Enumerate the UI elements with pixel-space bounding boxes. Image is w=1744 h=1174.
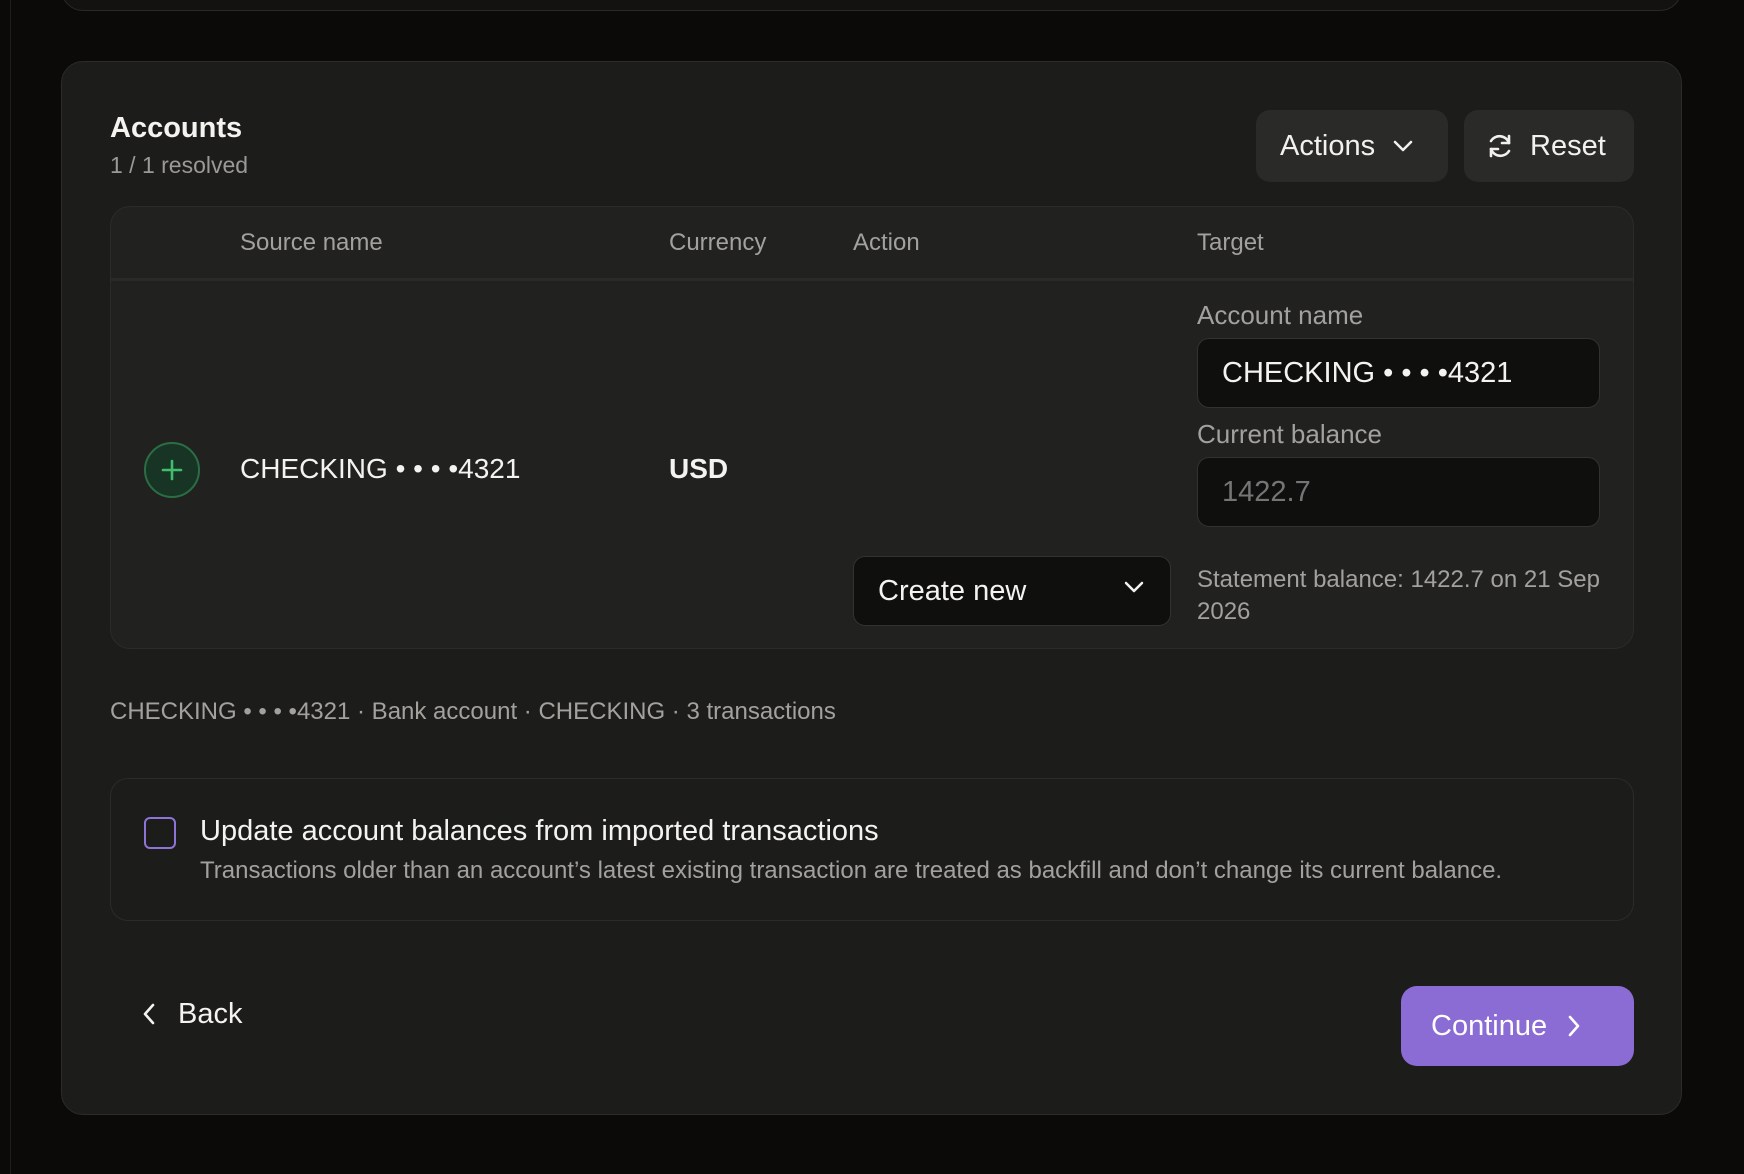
plus-icon bbox=[161, 459, 183, 481]
current-balance-label: Current balance bbox=[1197, 419, 1382, 449]
action-select-value: Create new bbox=[878, 574, 1027, 607]
previous-card bbox=[61, 0, 1682, 11]
import-summary: CHECKING • • • •4321 · Bank account · CH… bbox=[110, 698, 836, 725]
update-balances-option: Update account balances from imported tr… bbox=[110, 778, 1634, 921]
column-header-target: Target bbox=[1197, 229, 1264, 256]
section-title: Accounts bbox=[110, 112, 243, 144]
section-subtitle: 1 / 1 resolved bbox=[110, 152, 249, 178]
back-button[interactable]: Back bbox=[142, 986, 242, 1042]
reset-button[interactable]: Reset bbox=[1464, 110, 1634, 182]
action-select[interactable]: Create new bbox=[853, 556, 1171, 626]
reset-button-label: Reset bbox=[1530, 129, 1606, 162]
account-name-label: Account name bbox=[1197, 300, 1364, 330]
current-balance-input[interactable] bbox=[1197, 457, 1600, 527]
accounts-card: Accounts 1 / 1 resolved Actions Reset So… bbox=[61, 61, 1682, 1115]
continue-button-label: Continue bbox=[1431, 1009, 1548, 1042]
chevron-down-icon bbox=[1393, 140, 1413, 152]
back-button-label: Back bbox=[178, 997, 243, 1030]
add-account-button[interactable] bbox=[144, 442, 200, 498]
page-divider bbox=[10, 0, 11, 1174]
table-header: Source name Currency Action Target bbox=[111, 207, 1633, 281]
column-header-source-name: Source name bbox=[240, 229, 383, 256]
refresh-icon bbox=[1486, 132, 1514, 160]
accounts-table: Source name Currency Action Target CHECK… bbox=[110, 206, 1634, 649]
continue-button[interactable]: Continue bbox=[1401, 986, 1634, 1066]
column-header-action: Action bbox=[853, 229, 920, 256]
update-balances-checkbox[interactable] bbox=[144, 817, 176, 849]
chevron-right-icon bbox=[1567, 1015, 1581, 1037]
chevron-down-icon bbox=[1124, 581, 1144, 593]
chevron-left-icon bbox=[142, 1003, 156, 1025]
actions-button-label: Actions bbox=[1280, 129, 1376, 162]
source-name-cell: CHECKING • • • •4321 bbox=[240, 453, 521, 484]
update-balances-label[interactable]: Update account balances from imported tr… bbox=[200, 815, 879, 848]
statement-balance-hint: Statement balance: 1422.7 on 21 Sep 2026 bbox=[1197, 566, 1600, 625]
account-name-input[interactable] bbox=[1197, 338, 1600, 408]
actions-button[interactable]: Actions bbox=[1256, 110, 1448, 182]
column-header-currency: Currency bbox=[669, 229, 767, 256]
update-balances-description: Transactions older than an account’s lat… bbox=[200, 857, 1503, 884]
currency-cell: USD bbox=[669, 453, 729, 484]
